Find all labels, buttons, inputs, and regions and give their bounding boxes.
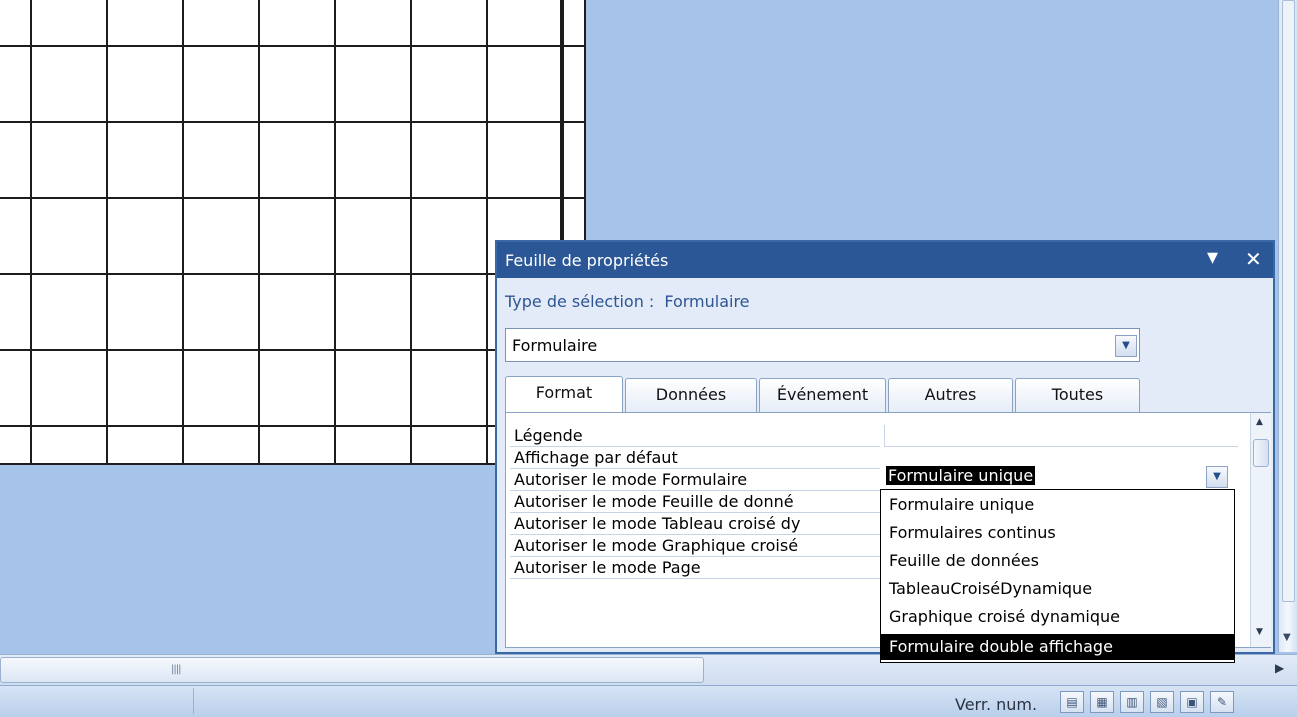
dropdown-option-formulaire-unique[interactable]: Formulaire unique [881, 492, 1234, 518]
property-row-legende[interactable]: Légende [510, 425, 880, 447]
selection-type: Type de sélection : Formulaire [505, 292, 750, 311]
dropdown-option-double-affichage[interactable]: Formulaire double affichage [881, 634, 1234, 660]
object-selector-value: Formulaire [512, 336, 598, 355]
design-view-icon[interactable]: ✎ [1210, 691, 1234, 713]
property-row-mode-formulaire[interactable]: Autoriser le mode Formulaire [510, 469, 880, 491]
selection-type-label: Type de sélection : [505, 292, 655, 311]
scroll-grip-icon: |||| [171, 664, 182, 675]
chevron-down-icon[interactable]: ▼ [1115, 335, 1137, 357]
property-sheet-title-bar[interactable]: Feuille de propriétés ▾ ✕ [497, 242, 1273, 278]
pivot-chart-view-icon[interactable]: ▧ [1150, 691, 1174, 713]
tab-donnees[interactable]: Données [625, 378, 757, 412]
property-row-mode-graphique[interactable]: Autoriser le mode Graphique croisé [510, 535, 880, 557]
vertical-scroll-thumb[interactable] [1282, 0, 1295, 602]
property-scroll-thumb[interactable] [1253, 439, 1269, 467]
datasheet-view-icon[interactable]: ▦ [1090, 691, 1114, 713]
status-bar: Verr. num. ▤ ▦ ▥ ▧ ▣ ✎ [0, 685, 1297, 717]
dropdown-option-tableau-croise[interactable]: TableauCroiséDynamique [881, 576, 1234, 602]
tab-autres[interactable]: Autres [888, 378, 1013, 412]
collapse-menu-icon[interactable]: ▾ [1207, 245, 1218, 270]
dropdown-option-graphique-croise[interactable]: Graphique croisé dynamique [881, 604, 1234, 630]
property-row-mode-page[interactable]: Autoriser le mode Page [510, 557, 880, 579]
vertical-scrollbar[interactable]: ▼ [1278, 0, 1297, 652]
scroll-right-arrow-icon[interactable]: ▶ [1275, 661, 1284, 675]
scroll-down-arrow-icon[interactable]: ▼ [1283, 632, 1291, 643]
dropdown-option-feuille-de-donnees[interactable]: Feuille de données [881, 548, 1234, 574]
num-lock-indicator: Verr. num. [955, 695, 1038, 714]
scroll-down-arrow-icon[interactable]: ▼ [1256, 627, 1263, 637]
default-view-value: Formulaire unique [886, 466, 1036, 485]
close-icon[interactable]: ✕ [1245, 247, 1262, 271]
object-selector-combo[interactable]: Formulaire ▼ [505, 328, 1140, 362]
selection-type-value: Formulaire [664, 292, 750, 311]
chevron-down-icon[interactable]: ▼ [1206, 466, 1228, 488]
default-view-dropdown-list: Formulaire unique Formulaires continus F… [880, 489, 1235, 663]
property-row-mode-tableau[interactable]: Autoriser le mode Tableau croisé dy [510, 513, 880, 535]
tab-toutes[interactable]: Toutes [1015, 378, 1140, 412]
property-row-affichage-par-defaut[interactable]: Affichage par défaut [510, 447, 880, 469]
tab-format[interactable]: Format [505, 376, 623, 413]
dropdown-option-formulaires-continus[interactable]: Formulaires continus [881, 520, 1234, 546]
property-grid-scrollbar[interactable]: ▲ ▼ [1250, 413, 1271, 647]
property-row-mode-feuille[interactable]: Autoriser le mode Feuille de donné [510, 491, 880, 513]
pivot-table-view-icon[interactable]: ▥ [1120, 691, 1144, 713]
layout-view-icon[interactable]: ▣ [1180, 691, 1204, 713]
horizontal-scroll-thumb[interactable]: |||| [0, 657, 704, 683]
property-sheet-title: Feuille de propriétés [505, 251, 669, 270]
tab-evenement[interactable]: Événement [759, 378, 886, 412]
form-view-icon[interactable]: ▤ [1060, 691, 1084, 713]
property-value-legende[interactable] [884, 425, 1238, 447]
default-view-combo[interactable]: Formulaire unique ▼ [886, 465, 1236, 488]
status-separator [193, 688, 194, 714]
scroll-up-arrow-icon[interactable]: ▲ [1256, 417, 1263, 427]
